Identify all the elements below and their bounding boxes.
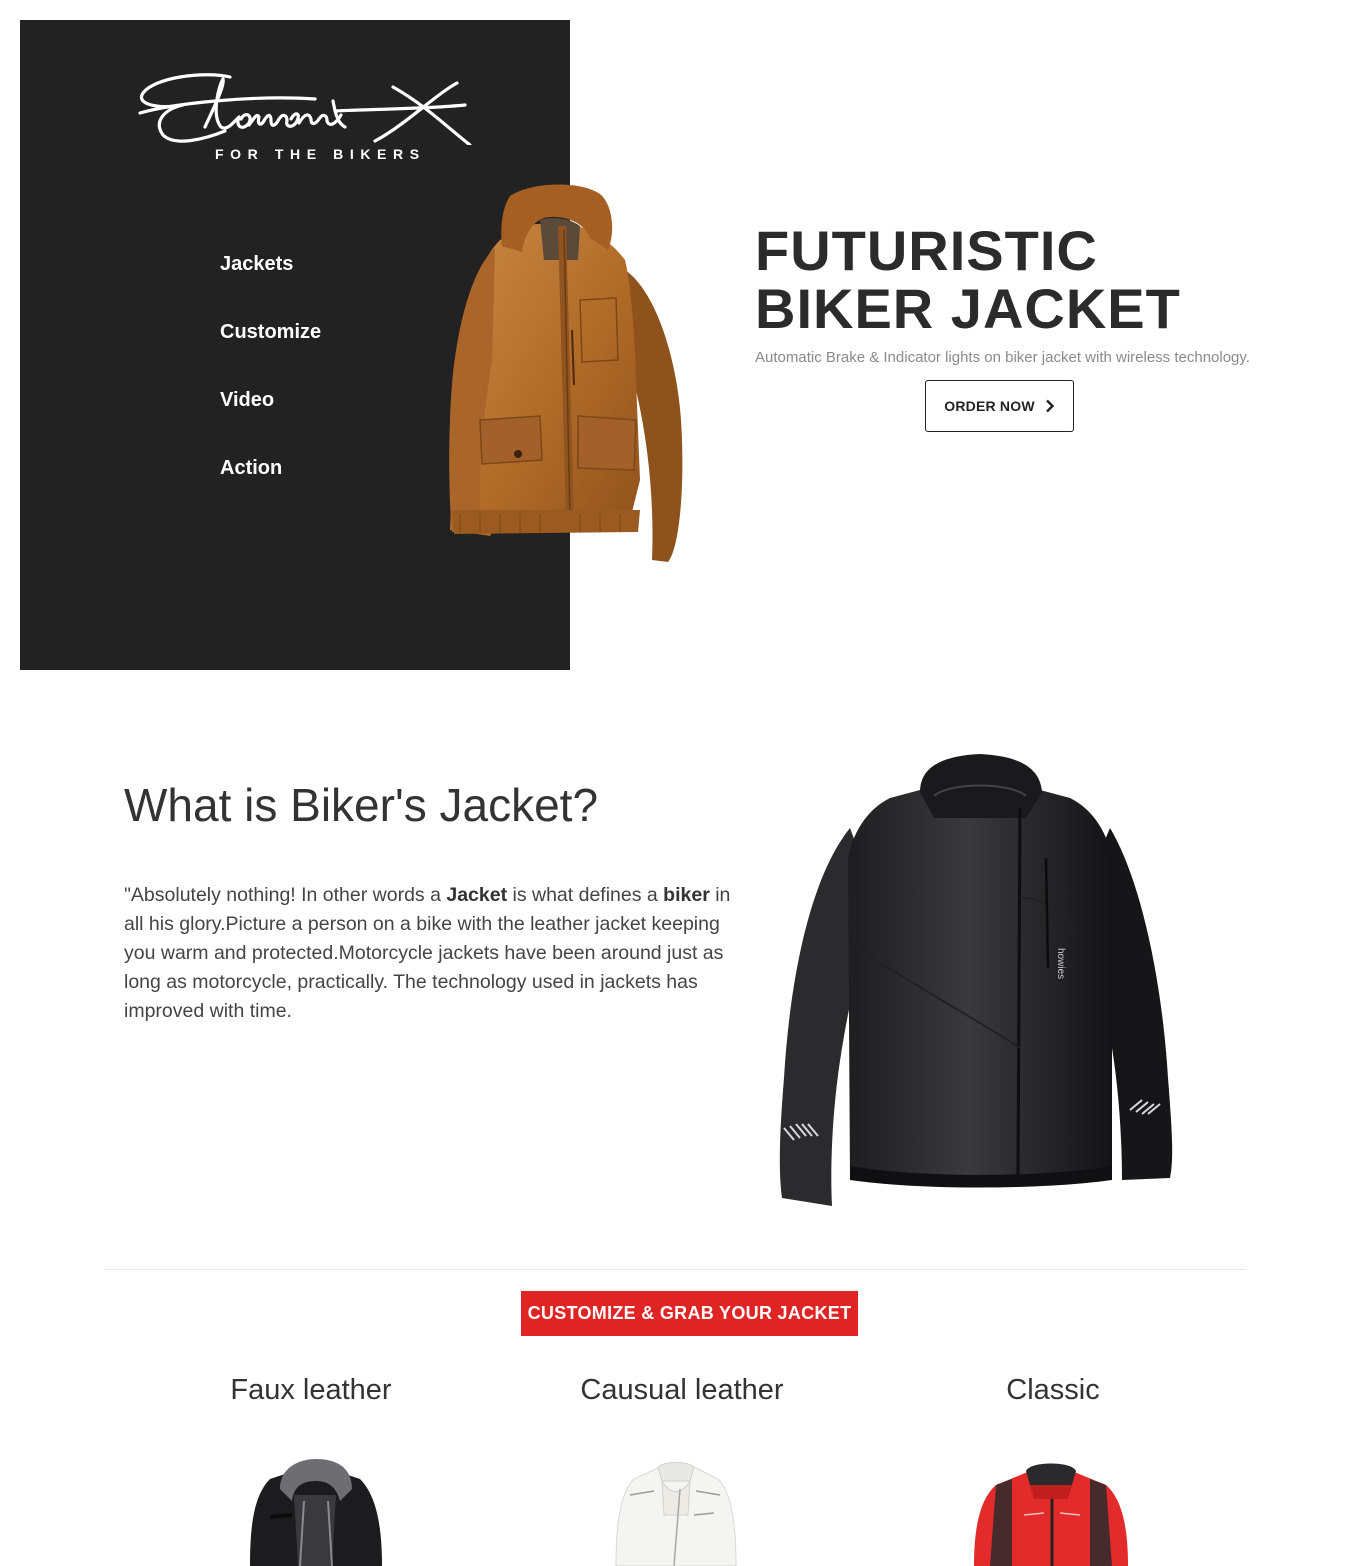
about-text-keyword-jacket: Jacket bbox=[446, 884, 508, 906]
about-text-keyword-biker: biker bbox=[663, 884, 710, 906]
brand-tagline: FOR THE BIKERS bbox=[215, 146, 426, 162]
black-jacket-image: howies bbox=[779, 754, 1173, 1206]
about-text-part: "Absolutely nothing! In other words a bbox=[124, 884, 447, 906]
category-faux-leather[interactable]: Faux leather bbox=[121, 1374, 501, 1407]
category-title: Causual leather bbox=[580, 1374, 784, 1406]
faux-leather-jacket-image bbox=[250, 1459, 382, 1566]
category-title: Classic bbox=[1006, 1374, 1100, 1406]
category-title: Faux leather bbox=[230, 1374, 392, 1406]
hero-subtitle: Automatic Brake & Indicator lights on bi… bbox=[755, 349, 1250, 366]
nav-item-action[interactable]: Action bbox=[220, 456, 321, 524]
category-classic[interactable]: Classic bbox=[863, 1374, 1243, 1407]
nav-item-customize[interactable]: Customize bbox=[220, 320, 321, 388]
causual-leather-jacket-image bbox=[615, 1462, 737, 1566]
classic-jacket-image bbox=[974, 1463, 1128, 1566]
brand-logo[interactable]: Element X FOR THE BIKERS bbox=[135, 65, 475, 170]
about-text: "Absolutely nothing! In other words a Ja… bbox=[124, 881, 734, 1026]
nav-item-jackets[interactable]: Jackets bbox=[220, 252, 321, 320]
about-title: What is Biker's Jacket? bbox=[124, 779, 599, 831]
nav-item-video[interactable]: Video bbox=[220, 388, 321, 456]
customize-grab-jacket-button[interactable]: CUSTOMIZE & GRAB YOUR JACKET bbox=[521, 1291, 858, 1336]
logo-script-icon bbox=[138, 73, 472, 145]
howies-brand-label: howies bbox=[1055, 948, 1066, 979]
section-divider bbox=[104, 1269, 1246, 1270]
main-nav: Jackets Customize Video Action bbox=[220, 252, 321, 524]
about-text-part: is what defines a bbox=[507, 884, 664, 906]
hero-title: FUTURISTIC BIKER JACKET bbox=[755, 222, 1181, 338]
chevron-right-icon bbox=[1045, 399, 1054, 413]
hero-jacket-image bbox=[449, 184, 683, 562]
category-causual-leather[interactable]: Causual leather bbox=[492, 1374, 872, 1407]
order-now-label: ORDER NOW bbox=[944, 398, 1035, 414]
order-now-button[interactable]: ORDER NOW bbox=[925, 380, 1074, 432]
hero-title-line1: FUTURISTIC bbox=[755, 219, 1098, 282]
hero-title-line2: BIKER JACKET bbox=[755, 277, 1181, 340]
